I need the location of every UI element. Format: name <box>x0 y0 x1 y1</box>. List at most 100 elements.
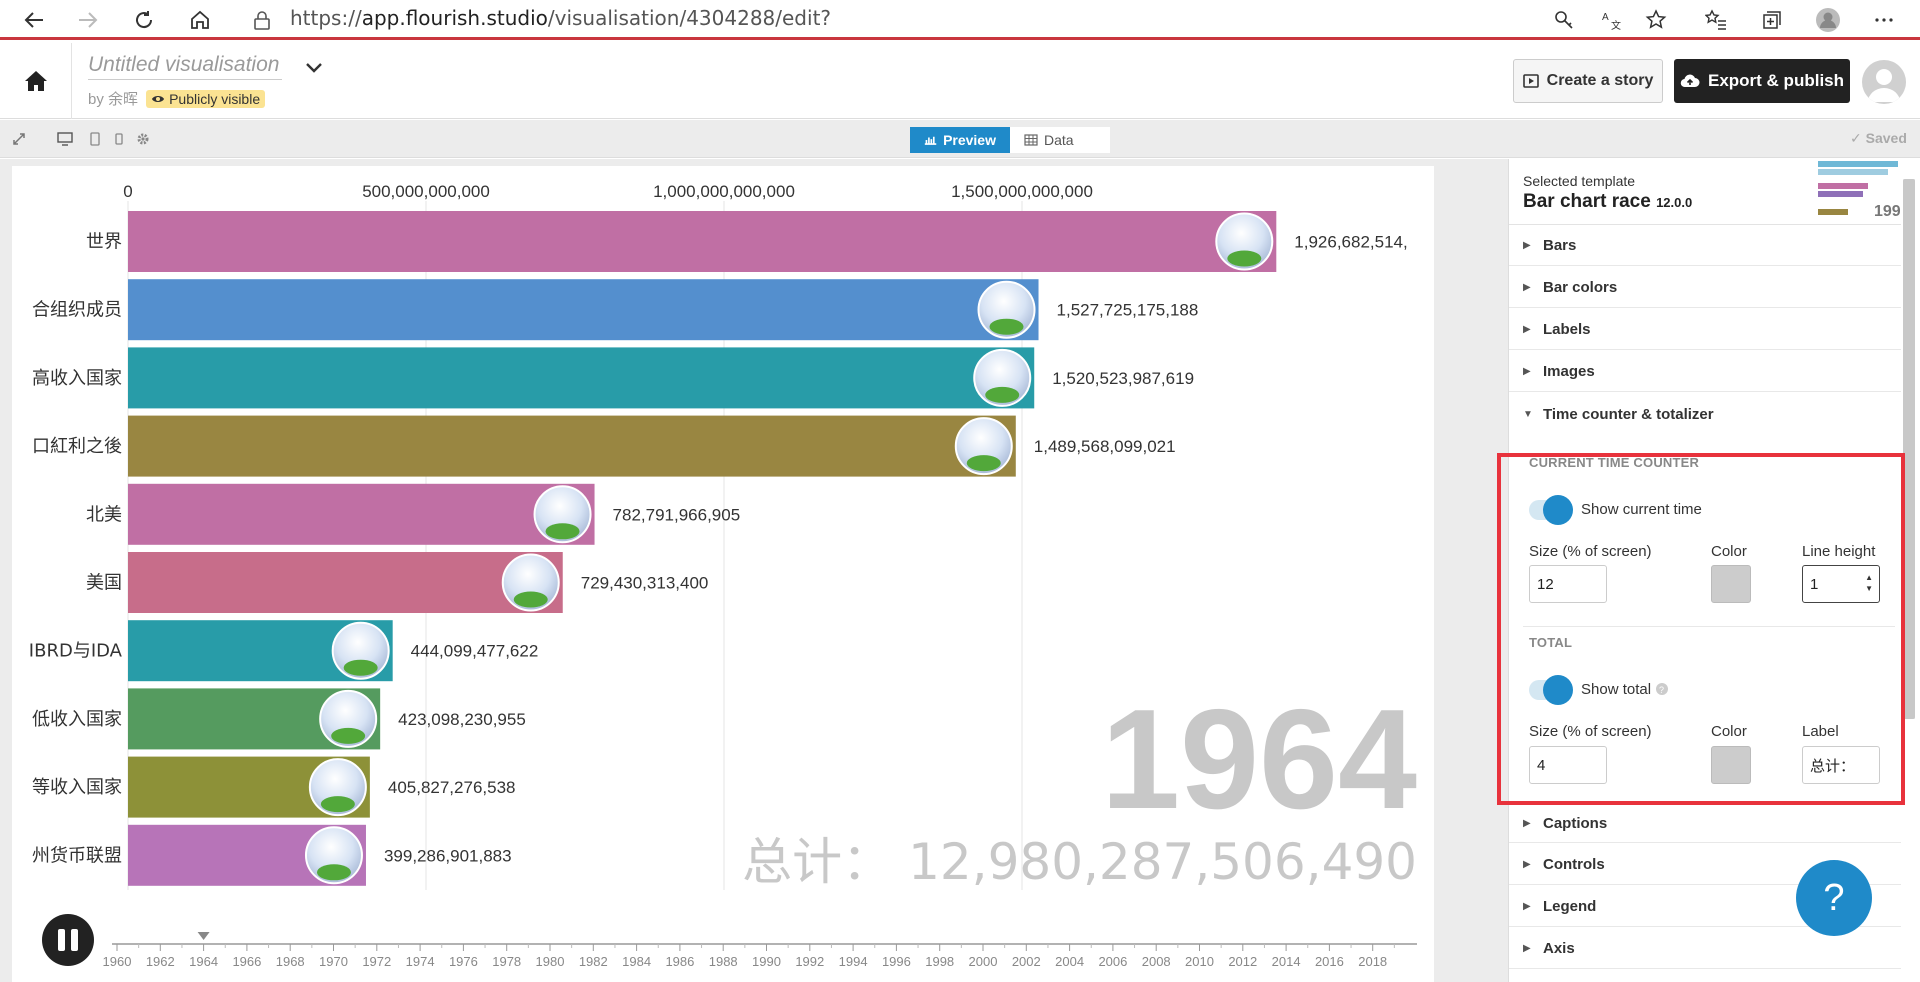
value-label: 399,286,901,883 <box>384 846 512 865</box>
back-arrow-icon[interactable] <box>18 4 50 36</box>
timeline-label: 1972 <box>362 954 391 969</box>
saved-status: ✓ Saved <box>1850 130 1907 146</box>
export-publish-button[interactable]: Export & publish <box>1674 59 1850 103</box>
template-name: Bar chart race 12.0.0 <box>1523 191 1693 212</box>
category-label: 州货币联盟 <box>32 845 122 866</box>
pause-icon[interactable] <box>71 929 78 951</box>
timeline-label: 2004 <box>1055 954 1084 969</box>
selected-template[interactable]: Selected template Bar chart race 12.0.0 … <box>1509 159 1901 225</box>
value-label: 444,099,477,622 <box>411 642 539 661</box>
template-thumbnail: 1992 <box>1804 159 1900 225</box>
timeline-label: 2000 <box>969 954 998 969</box>
translate-icon[interactable]: A文 <box>1596 4 1628 36</box>
pause-button[interactable] <box>42 914 94 966</box>
more-menu-icon[interactable] <box>1868 4 1900 36</box>
key-icon[interactable] <box>1548 4 1580 36</box>
home-button[interactable] <box>0 43 72 119</box>
timeline-label: 1974 <box>406 954 435 969</box>
section-bar-colors[interactable]: ▶ Bar colors <box>1509 268 1901 308</box>
section-time-counter[interactable]: ▼ Time counter & totalizer <box>1509 394 1901 434</box>
timeline-label: 2018 <box>1358 954 1387 969</box>
settings-gear-icon[interactable] <box>134 130 152 148</box>
bar <box>128 347 1035 409</box>
tab-preview[interactable]: Preview <box>910 127 1010 153</box>
profile-icon[interactable] <box>1812 4 1844 36</box>
section-labels[interactable]: ▶ Labels <box>1509 310 1901 350</box>
create-story-button[interactable]: Create a story <box>1513 59 1663 103</box>
home-icon[interactable] <box>184 4 216 36</box>
current-time-counter: 1964 <box>1101 680 1417 839</box>
bar-image-grass <box>1227 250 1262 267</box>
view-switch: Preview Data <box>910 127 1110 153</box>
bar <box>128 211 1277 272</box>
timeline-label: 1962 <box>146 954 175 969</box>
author: by 余晖 <box>88 91 139 108</box>
timeline-label: 2010 <box>1185 954 1214 969</box>
avatar[interactable] <box>1862 60 1906 104</box>
tab-data[interactable]: Data <box>1010 127 1110 153</box>
timeline-label: 1994 <box>839 954 868 969</box>
value-label: 1,527,725,175,188 <box>1057 301 1199 320</box>
fullscreen-icon[interactable] <box>10 130 28 148</box>
bar-image-grass <box>513 591 548 608</box>
favorite-star-icon[interactable] <box>1640 4 1672 36</box>
timeline-handle-icon <box>197 932 210 940</box>
value-label: 1,926,682,514, <box>1294 233 1407 252</box>
bar-image-grass <box>331 727 366 744</box>
forward-arrow-icon[interactable] <box>72 4 104 36</box>
section-images[interactable]: ▶ Images <box>1509 352 1901 392</box>
desktop-view-icon[interactable] <box>56 130 74 148</box>
reload-icon[interactable] <box>128 4 160 36</box>
timeline-label: 1968 <box>276 954 305 969</box>
play-square-icon <box>1522 74 1539 88</box>
category-label: 世界 <box>86 232 122 253</box>
timeline-label: 1978 <box>492 954 521 969</box>
bar <box>128 415 1016 477</box>
category-label: 等收入国家 <box>32 777 122 798</box>
visibility-badge[interactable]: Publicly visible <box>146 90 266 108</box>
table-icon <box>1024 134 1038 146</box>
x-tick-label: 1,000,000,000,000 <box>653 182 795 201</box>
chart-icon <box>924 136 937 145</box>
timeline-label: 1960 <box>103 954 132 969</box>
timeline-label: 2002 <box>1012 954 1041 969</box>
timeline-label: 1998 <box>925 954 954 969</box>
annotation-highlight-box <box>1497 453 1905 805</box>
address-bar[interactable]: https://app.flourish.studio/visualisatio… <box>290 6 831 30</box>
timeline-label: 1988 <box>709 954 738 969</box>
help-button[interactable]: ? <box>1796 860 1872 936</box>
tablet-view-icon[interactable] <box>86 130 104 148</box>
timeline-label: 1966 <box>232 954 261 969</box>
value-label: 1,520,523,987,619 <box>1052 369 1194 388</box>
bar-image-grass <box>966 455 1001 472</box>
timeline-label: 1992 <box>795 954 824 969</box>
template-sub-label: Selected template <box>1523 173 1636 189</box>
pause-icon[interactable] <box>58 929 65 951</box>
timeline-label: 1964 <box>189 954 218 969</box>
category-label: 北美 <box>86 504 122 525</box>
timeline-label: 1986 <box>665 954 694 969</box>
section-captions[interactable]: ▶ Captions <box>1509 803 1901 843</box>
bar-chart-race: 0 500,000,000,000 1,000,000,000,000 1,500,0… <box>12 166 1434 982</box>
svg-text:文: 文 <box>1611 19 1621 31</box>
category-label: 低收入国家 <box>32 709 122 730</box>
section-bars[interactable]: ▶ Bars <box>1509 226 1901 266</box>
timeline-label: 1996 <box>882 954 911 969</box>
eye-icon <box>152 96 165 102</box>
chevron-down-icon[interactable] <box>305 61 323 79</box>
chart-svg: 0 500,000,000,000 1,000,000,000,000 1,500,0… <box>29 182 1434 969</box>
x-tick-label: 0 <box>123 182 132 201</box>
category-label: IBRD与IDA <box>29 641 123 662</box>
visualisation-title[interactable]: Untitled visualisation <box>88 53 282 80</box>
preview-toolbar: Preview Data ✓ Saved <box>0 120 1920 158</box>
timeline-label: 2006 <box>1098 954 1127 969</box>
favorites-list-icon[interactable] <box>1700 4 1732 36</box>
mobile-view-icon[interactable] <box>110 130 128 148</box>
value-label: 1,489,568,099,021 <box>1034 437 1176 456</box>
collections-icon[interactable] <box>1756 4 1788 36</box>
timeline-label: 1990 <box>752 954 781 969</box>
bar <box>128 279 1039 341</box>
bar-image-grass <box>343 659 378 676</box>
bar-image-grass <box>985 386 1020 403</box>
value-label: 405,827,276,538 <box>388 778 516 797</box>
